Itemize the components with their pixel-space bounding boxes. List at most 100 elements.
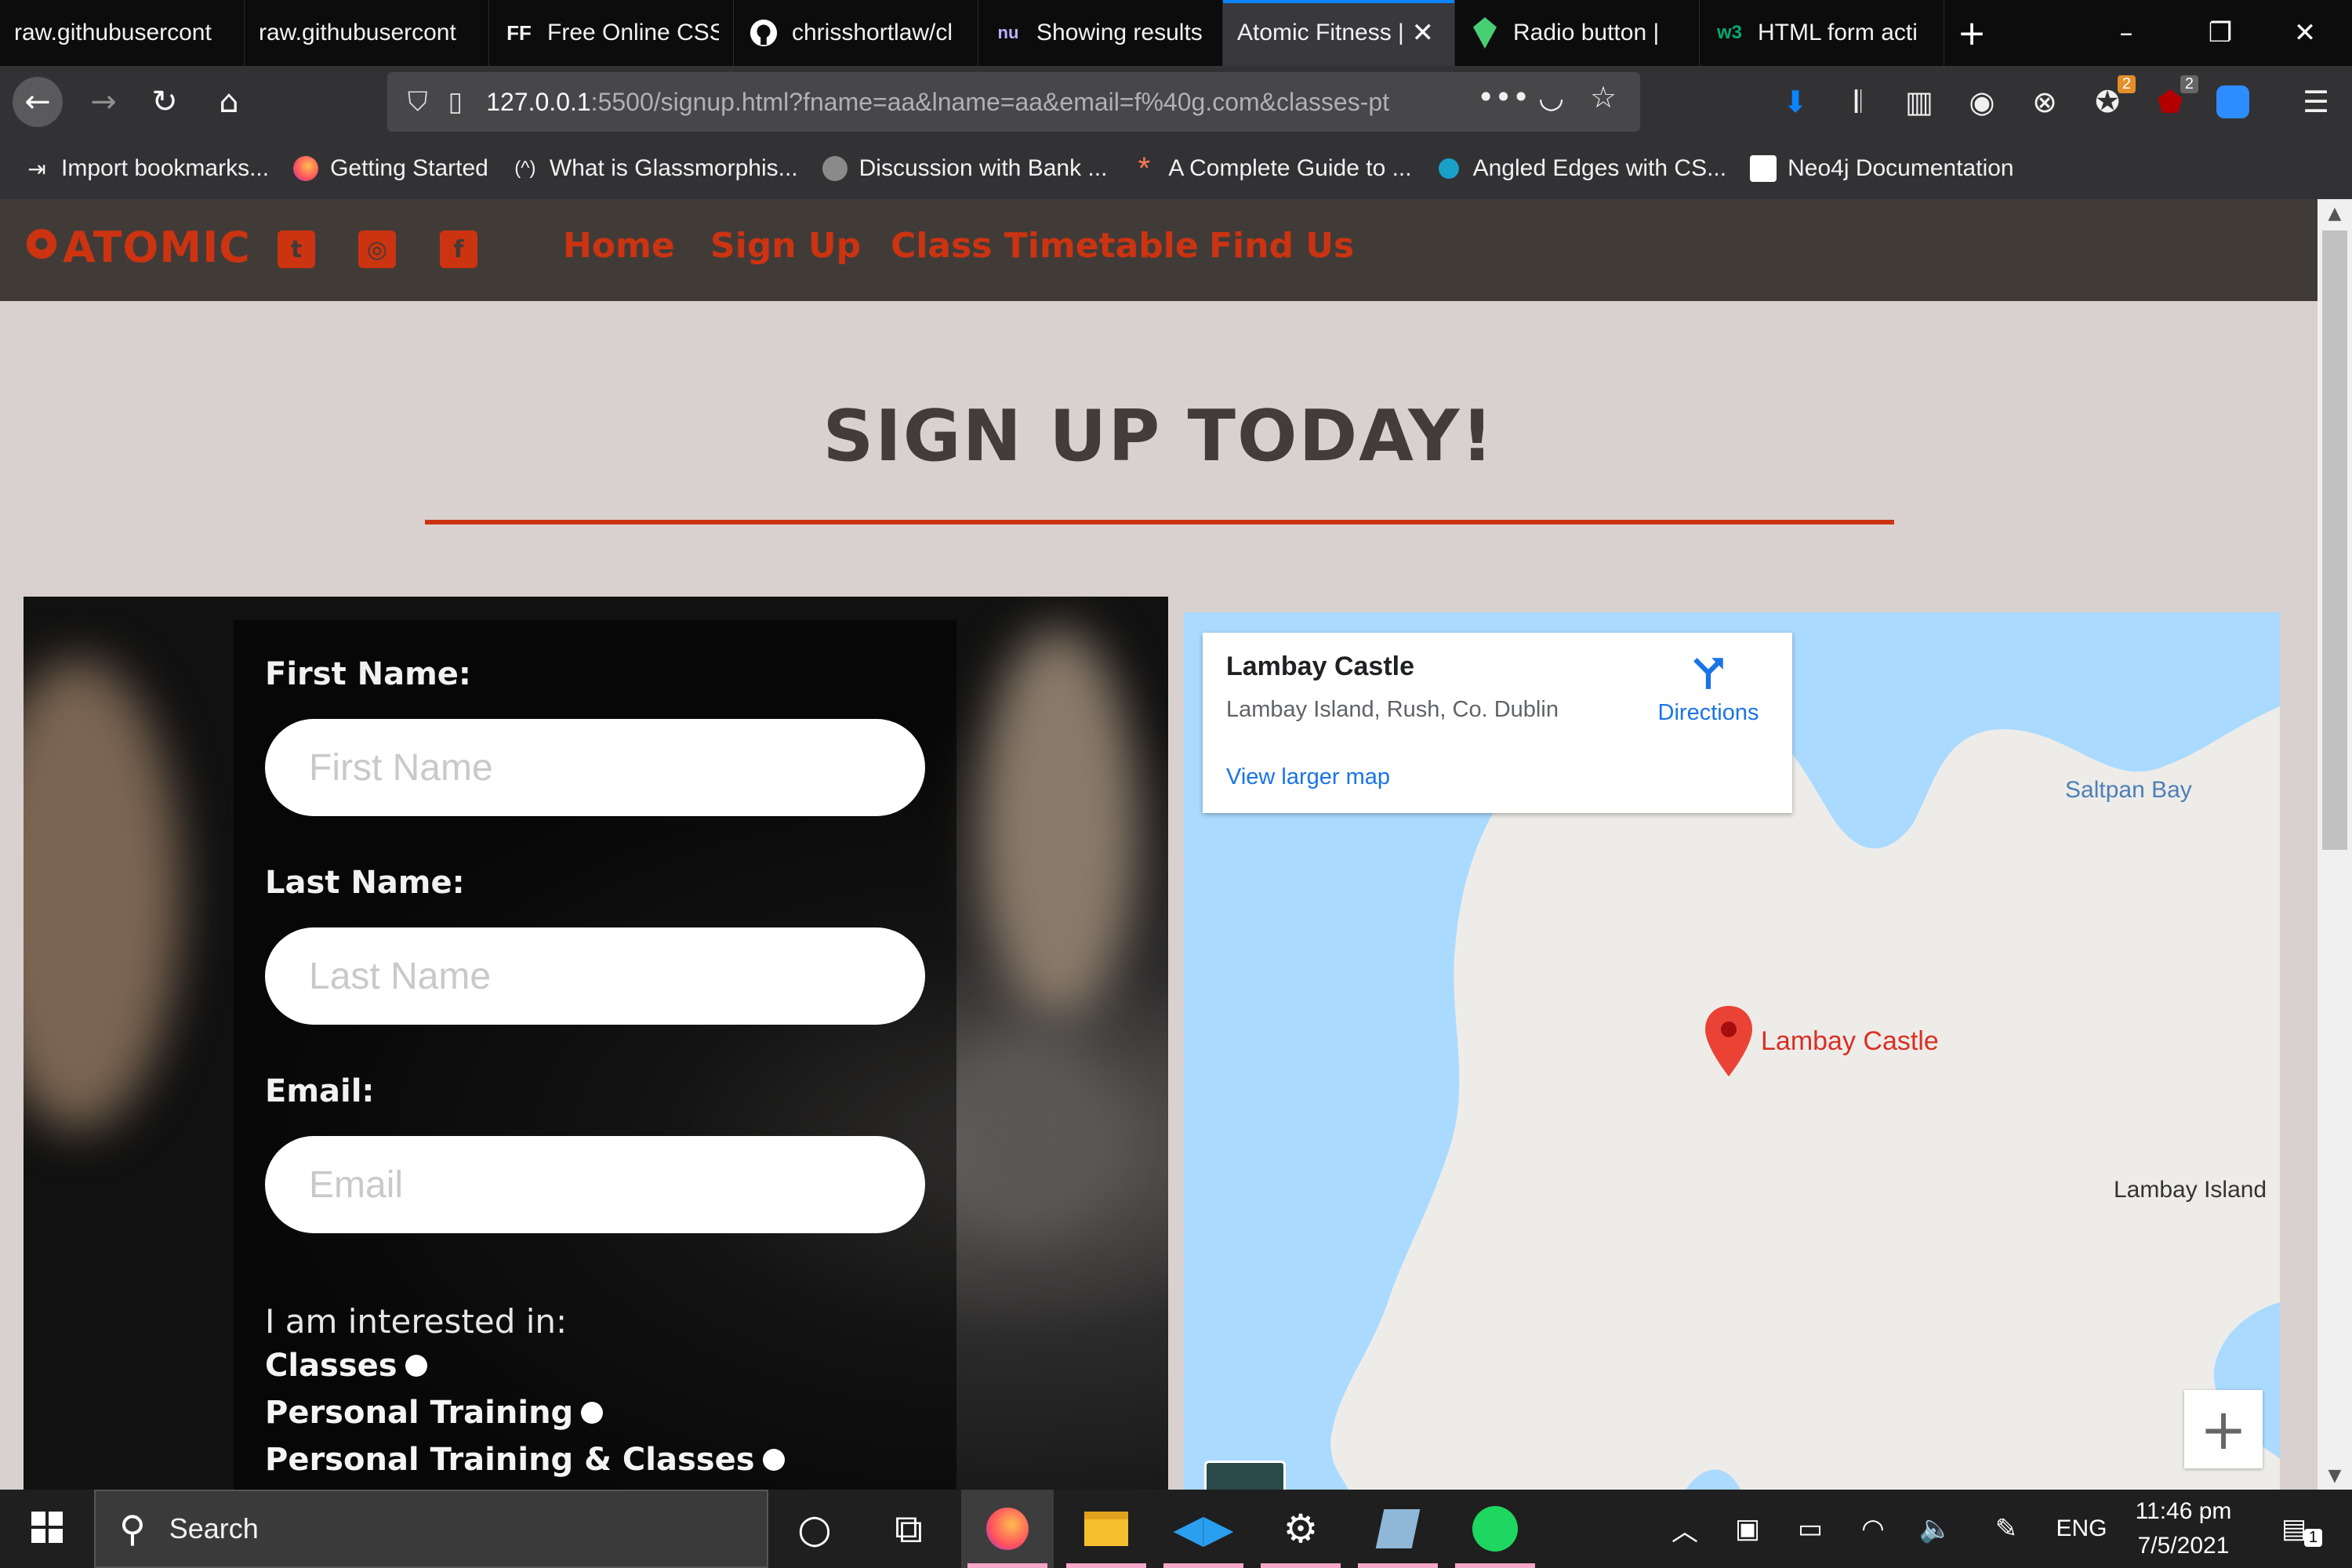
nav-find-us[interactable]: Find Us (1209, 226, 1354, 266)
zoom-in-button[interactable]: + (2184, 1390, 2263, 1468)
radio-personal-training-input[interactable] (581, 1402, 604, 1424)
library-icon[interactable]: 𝄃 (1836, 80, 1880, 124)
bookmark-import[interactable]: ⇥ Import bookmarks... (22, 154, 269, 183)
clock-time: 11:46 pm (2135, 1498, 2232, 1524)
page-actions-icon[interactable]: ••• (1477, 80, 1530, 114)
spotify-icon[interactable] (1449, 1490, 1541, 1568)
forward-button[interactable]: → (78, 77, 129, 127)
back-button[interactable]: ← (13, 77, 63, 127)
bookmark-discussion[interactable]: Discussion with Bank ... (820, 154, 1107, 183)
cortana-icon[interactable]: ○ (768, 1490, 861, 1568)
bookmark-angled-edges[interactable]: Angled Edges with CS... (1434, 154, 1726, 183)
tab-label: HTML form acti (1758, 20, 1918, 45)
radio-classes[interactable]: Classes (265, 1348, 427, 1384)
bookmark-glassmorphism[interactable]: (^) What is Glassmorphis... (510, 154, 797, 183)
first-name-input[interactable] (265, 719, 925, 816)
account-icon[interactable]: ◉ (1960, 80, 2004, 124)
language-indicator[interactable]: ENG (2054, 1490, 2109, 1568)
settings-gear-icon[interactable]: ⚙ (1254, 1490, 1347, 1568)
tab-atomic-fitness[interactable]: Atomic Fitness | ✕ (1223, 0, 1455, 66)
close-window-button[interactable]: ✕ (2258, 0, 2352, 66)
home-button[interactable]: ⌂ (204, 77, 254, 127)
file-explorer-icon[interactable] (1060, 1490, 1152, 1568)
bookmark-complete-guide[interactable]: * A Complete Guide to ... (1129, 151, 1412, 186)
task-view-icon[interactable]: ⧉ (862, 1490, 955, 1568)
reload-button[interactable]: ↻ (140, 77, 190, 127)
radio-personal-training[interactable]: Personal Training (265, 1395, 604, 1431)
pen-icon[interactable]: ✎ (1987, 1490, 2026, 1568)
volume-icon[interactable]: 🔈 (1916, 1490, 1955, 1568)
show-hidden-icons[interactable]: ︿ (1665, 1490, 1704, 1568)
radio-pt-and-classes[interactable]: Personal Training & Classes (265, 1442, 785, 1478)
instagram-icon[interactable]: ◎ (358, 230, 396, 268)
last-name-input[interactable] (265, 927, 925, 1025)
system-clock[interactable]: 11:46 pm 7/5/2021 (2117, 1494, 2250, 1563)
bookmark-star-icon[interactable]: ☆ (1590, 80, 1617, 114)
facebook-icon[interactable]: f (440, 230, 477, 268)
tab-raw-github-1[interactable]: raw.githubusercont (0, 0, 245, 66)
marker-label[interactable]: Lambay Castle (1761, 1026, 1939, 1057)
taskbar-search-box[interactable]: ⚲ Search (94, 1490, 768, 1568)
notifications-icon[interactable]: ▤ 1 (2270, 1490, 2322, 1568)
menu-icon[interactable]: ☰ (2294, 80, 2338, 124)
scroll-thumb[interactable] (2322, 230, 2347, 850)
extension-icon[interactable]: ⊗ (2023, 80, 2067, 124)
last-name-label: Last Name: (265, 865, 465, 901)
page-info-icon[interactable]: ▯ (448, 86, 463, 118)
web-page: ATOMIC t ◎ f Home Sign Up Class Timetabl… (0, 199, 2318, 1490)
start-button[interactable] (0, 1490, 94, 1568)
radio-pt-and-classes-input[interactable] (762, 1449, 785, 1471)
map-thumbnail[interactable] (1204, 1461, 1286, 1490)
close-tab-icon[interactable]: ✕ (1412, 17, 1435, 49)
meet-now-icon[interactable]: ▣ (1728, 1490, 1767, 1568)
bookmark-neo4j[interactable]: Neo4j Documentation (1748, 154, 2014, 183)
logo-text: ATOMIC (63, 223, 251, 272)
sidebar-icon[interactable]: ▥ (1897, 80, 1941, 124)
address-bar[interactable]: ⛉ ▯ 127.0.0.1:5500/signup.html?fname=aa&… (387, 72, 1640, 132)
nav-sign-up[interactable]: Sign Up (710, 226, 861, 266)
tab-github[interactable]: chrisshortlaw/cl (734, 0, 978, 66)
extension-badge-icon[interactable]: ✪ 2 (2085, 75, 2136, 124)
windows-icon (31, 1512, 63, 1546)
email-input[interactable] (265, 1136, 925, 1233)
tab-radio-button[interactable]: Radio button | (1455, 0, 1700, 66)
shield-icon[interactable]: ⛉ (408, 86, 428, 118)
tab-raw-github-2[interactable]: raw.githubusercont (245, 0, 489, 66)
tab-free-online-css[interactable]: FF Free Online CSS (489, 0, 734, 66)
firefox-taskbar-icon[interactable] (961, 1490, 1054, 1568)
pocket-icon[interactable]: ◡ (1538, 80, 1564, 114)
page-scrollbar[interactable]: ▲ ▼ (2318, 199, 2352, 1490)
view-larger-map-link[interactable]: View larger map (1226, 764, 1390, 790)
heading-divider (425, 520, 1894, 524)
signup-form: First Name: Last Name: Email: I am inter… (234, 620, 956, 1490)
tab-showing-results[interactable]: nu Showing results (978, 0, 1223, 66)
wifi-icon[interactable]: ◠ (1853, 1490, 1893, 1568)
zoom-icon[interactable] (2211, 80, 2255, 124)
battery-icon[interactable]: ▭ (1791, 1490, 1830, 1568)
scroll-down-arrow[interactable]: ▼ (2318, 1461, 2352, 1490)
downloads-icon[interactable]: ⬇ (1773, 80, 1817, 124)
site-header: ATOMIC t ◎ f Home Sign Up Class Timetabl… (0, 199, 2318, 301)
tab-html-form-action[interactable]: w3 HTML form acti (1700, 0, 1944, 66)
url-path: :5500/signup.html?fname=aa&lname=aa&emai… (590, 87, 1390, 116)
radio-classes-input[interactable] (405, 1355, 427, 1377)
twitter-icon[interactable]: t (278, 230, 315, 268)
new-tab-button[interactable]: + (1929, 0, 2015, 66)
site-logo[interactable]: ATOMIC (24, 223, 251, 272)
restore-button[interactable]: ❐ (2173, 0, 2267, 66)
url-field[interactable]: 127.0.0.1:5500/signup.html?fname=aa&lnam… (486, 88, 1450, 117)
scroll-up-arrow[interactable]: ▲ (2318, 199, 2352, 227)
bookmark-getting-started[interactable]: Getting Started (291, 154, 488, 183)
directions-button[interactable]: Directions (1650, 653, 1767, 726)
ublock-icon[interactable]: ⬟ 2 (2148, 75, 2198, 124)
notes-app-icon[interactable] (1352, 1490, 1444, 1568)
map-marker-icon[interactable] (1704, 1006, 1753, 1080)
tab-label: Free Online CSS (547, 20, 719, 45)
vscode-icon[interactable]: ◀▶ (1157, 1490, 1250, 1568)
embedded-map[interactable]: Saltpan Bay Lambay Island Lambay Castle … (1184, 612, 2280, 1490)
nav-class-timetable[interactable]: Class Timetable (891, 226, 1199, 266)
asterisk-icon: * (1138, 151, 1151, 186)
neo4j-icon (1748, 154, 1778, 183)
minimize-button[interactable]: – (2079, 0, 2173, 66)
nav-home[interactable]: Home (563, 226, 675, 266)
